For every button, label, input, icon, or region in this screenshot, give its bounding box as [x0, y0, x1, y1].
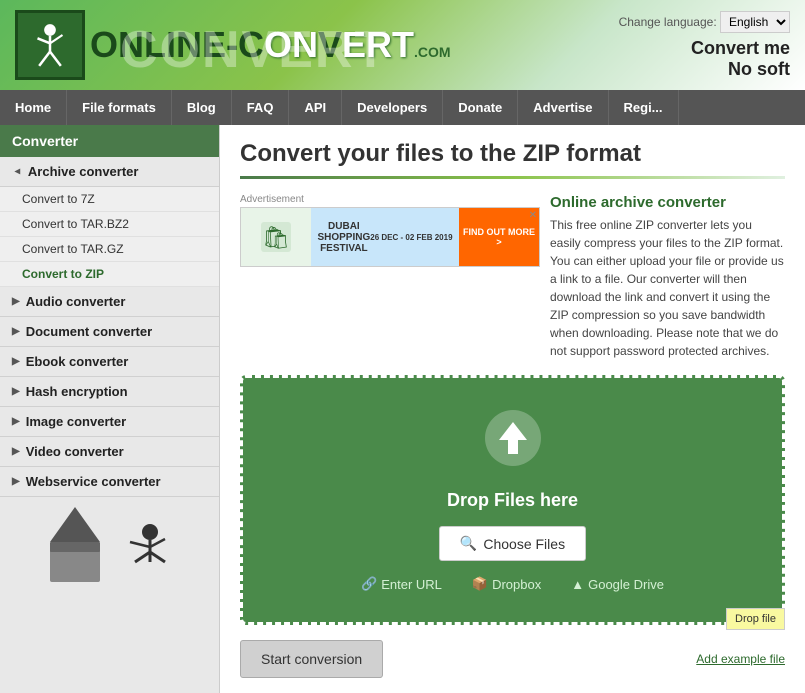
sidebar-section-header-audio[interactable]: ▶ Audio converter: [0, 287, 219, 317]
logo-text: ONLINE-C ON V ERT .COM: [90, 24, 451, 66]
header-right: Change language: English Convert me No s…: [619, 11, 790, 80]
sidebar-item-tarbz2[interactable]: Convert to TAR.BZ2: [0, 212, 219, 237]
sidebar-webservice-label: Webservice converter: [26, 474, 161, 489]
sidebar-item-zip[interactable]: Convert to ZIP: [0, 262, 219, 287]
sidebar-section-header-hash[interactable]: ▶ Hash encryption: [0, 377, 219, 407]
nav-developers[interactable]: Developers: [342, 90, 443, 125]
search-icon: 🔍: [460, 535, 477, 552]
sidebar-section-header-document[interactable]: ▶ Document converter: [0, 317, 219, 347]
ad-mid: DUBAISHOPPINGFESTIVAL 26 DEC - 02 FEB 20…: [311, 208, 459, 266]
logo-icon: [15, 10, 85, 80]
dropbox-icon: 📦: [472, 576, 488, 592]
ad-banner: 🛍 DUBAISHOPPINGFESTIVAL 26 DEC - 02 FEB …: [240, 207, 540, 267]
enter-url-link[interactable]: 🔗 Enter URL: [361, 576, 442, 592]
ad-area: Advertisement 🛍 DUBAISHOPPINGFESTIVAL 26…: [240, 194, 785, 360]
nav-donate[interactable]: Donate: [443, 90, 518, 125]
sidebar-hash-label: Hash encryption: [26, 384, 128, 399]
upload-icon: [263, 408, 762, 480]
arrow-icon-ebook: ▶: [12, 356, 20, 367]
drop-links: 🔗 Enter URL 📦 Dropbox ▲ Google Drive: [263, 576, 762, 592]
nav-file-formats[interactable]: File formats: [67, 90, 172, 125]
arrow-icon-audio: ▶: [12, 296, 20, 307]
logo-area: ONLINE-C ON V ERT .COM: [15, 10, 451, 80]
sidebar-section-header-image[interactable]: ▶ Image converter: [0, 407, 219, 437]
sidebar-section-archive: ▼ Archive converter Convert to 7Z Conver…: [0, 157, 219, 287]
sidebar: Converter ▼ Archive converter Convert to…: [0, 125, 220, 693]
svg-text:🛍: 🛍: [262, 225, 290, 250]
nav-home[interactable]: Home: [0, 90, 67, 125]
arrow-icon-document: ▶: [12, 326, 20, 337]
arrow-icon-webservice: ▶: [12, 476, 20, 487]
sidebar-item-targz[interactable]: Convert to TAR.GZ: [0, 237, 219, 262]
drop-zone[interactable]: Drop Files here 🔍 Choose Files 🔗 Enter U…: [240, 375, 785, 625]
bottom-bar: Start conversion Add example file: [240, 640, 785, 678]
arrow-icon-video: ▶: [12, 446, 20, 457]
start-conversion-button[interactable]: Start conversion: [240, 640, 383, 678]
green-divider: [240, 176, 785, 179]
sidebar-archive-label: Archive converter: [28, 164, 139, 179]
nav-advertise[interactable]: Advertise: [518, 90, 608, 125]
add-example-link[interactable]: Add example file: [696, 652, 785, 666]
ad-close-icon[interactable]: ✕: [529, 210, 537, 221]
choose-files-button[interactable]: 🔍 Choose Files: [439, 526, 586, 561]
dropbox-link[interactable]: 📦 Dropbox: [472, 576, 541, 592]
lang-label: Change language:: [619, 15, 717, 29]
language-select[interactable]: English: [720, 11, 790, 33]
drop-file-tooltip: Drop file: [726, 608, 785, 630]
sidebar-illustration: [0, 507, 219, 590]
page-title: Convert your files to the ZIP format: [240, 140, 785, 168]
description-area: Online archive converter This free onlin…: [550, 194, 785, 360]
language-selector-area: Change language: English: [619, 11, 790, 33]
arrow-icon: ▼: [11, 167, 22, 177]
tagline: Convert me No soft: [619, 38, 790, 80]
main-nav: Home File formats Blog FAQ API Developer…: [0, 90, 805, 125]
arrow-icon-hash: ▶: [12, 386, 20, 397]
google-drive-link[interactable]: ▲ Google Drive: [571, 576, 664, 592]
nav-register[interactable]: Regi...: [609, 90, 679, 125]
drop-text: Drop Files here: [263, 490, 762, 511]
link-icon: 🔗: [361, 576, 377, 592]
main-content: Convert your files to the ZIP format Adv…: [220, 125, 805, 693]
sidebar-image-label: Image converter: [26, 414, 126, 429]
header: CONVERT ONLINE-C ON V ERT .COM Change la…: [0, 0, 805, 90]
sidebar-document-label: Document converter: [26, 324, 152, 339]
arrow-icon-image: ▶: [12, 416, 20, 427]
logo-com: .COM: [414, 44, 451, 60]
sidebar-ebook-label: Ebook converter: [26, 354, 129, 369]
sidebar-archive-sub: Convert to 7Z Convert to TAR.BZ2 Convert…: [0, 187, 219, 287]
sidebar-audio-label: Audio converter: [26, 294, 126, 309]
sidebar-item-7z[interactable]: Convert to 7Z: [0, 187, 219, 212]
google-drive-icon: ▲: [571, 577, 584, 592]
ad-label: Advertisement: [240, 194, 540, 205]
main-layout: Converter ▼ Archive converter Convert to…: [0, 125, 805, 693]
sidebar-video-label: Video converter: [26, 444, 124, 459]
ad-left: 🛍: [241, 208, 311, 266]
nav-blog[interactable]: Blog: [172, 90, 232, 125]
converter-subtitle: Online archive converter: [550, 194, 785, 211]
sidebar-section-header-webservice[interactable]: ▶ Webservice converter: [0, 467, 219, 497]
nav-api[interactable]: API: [289, 90, 342, 125]
ad-right[interactable]: FIND OUT MORE >: [459, 208, 539, 266]
sidebar-section-header-video[interactable]: ▶ Video converter: [0, 437, 219, 467]
sidebar-title: Converter: [0, 125, 219, 157]
drop-zone-wrapper: Drop Files here 🔍 Choose Files 🔗 Enter U…: [240, 375, 785, 625]
converter-description: This free online ZIP converter lets you …: [550, 216, 785, 360]
sidebar-section-header-ebook[interactable]: ▶ Ebook converter: [0, 347, 219, 377]
sidebar-section-header-archive[interactable]: ▼ Archive converter: [0, 157, 219, 187]
nav-faq[interactable]: FAQ: [232, 90, 290, 125]
